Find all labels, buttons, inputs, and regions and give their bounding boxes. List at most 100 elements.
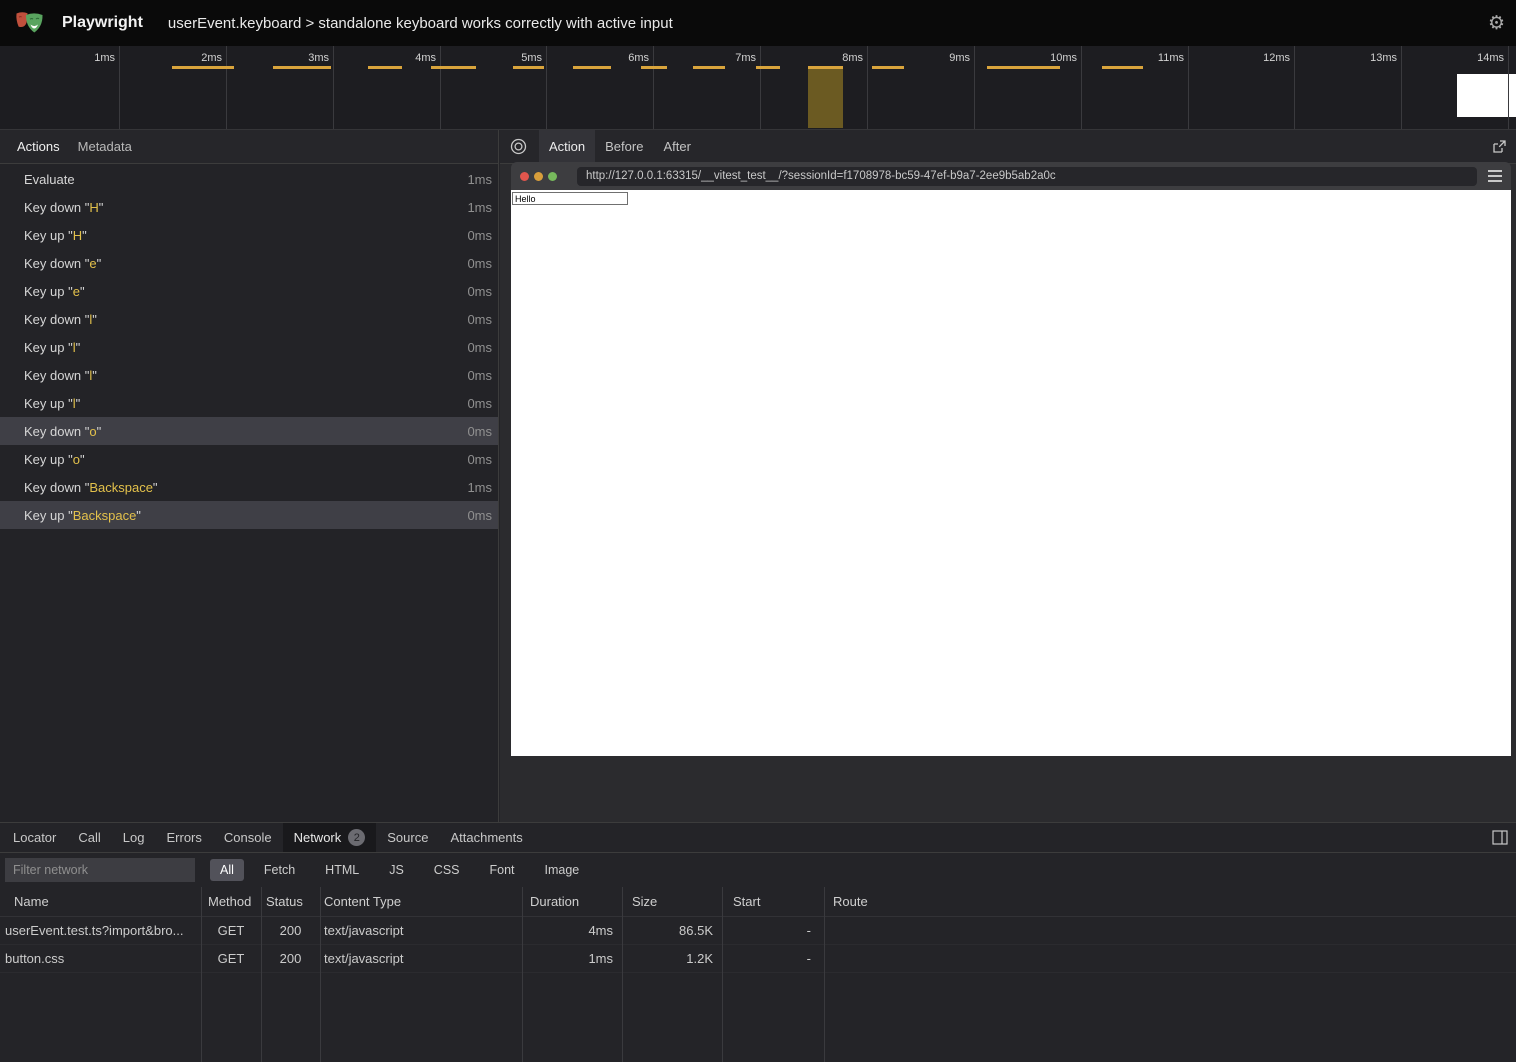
timeline-gridline (333, 46, 334, 129)
table-cell: 200 (261, 917, 320, 944)
table-cell: 1.2K (622, 945, 722, 972)
network-request-row[interactable]: button.cssGET200text/javascript1ms1.2K- (0, 945, 1516, 973)
action-row[interactable]: Key down "H"1ms (0, 193, 498, 221)
filter-chip-font[interactable]: Font (480, 859, 525, 881)
browser-chrome-bar: http://127.0.0.1:63315/__vitest_test__/?… (511, 162, 1511, 190)
network-table: NameMethodStatusContent TypeDurationSize… (0, 887, 1516, 1062)
table-cell: 1ms (522, 945, 622, 972)
traffic-light-red-icon (520, 172, 529, 181)
timeline-tick-label: 1ms (94, 52, 119, 64)
column-header: Status (261, 887, 320, 916)
timeline-tick-label: 13ms (1370, 52, 1401, 64)
table-cell: GET (201, 917, 261, 944)
tab-attachments[interactable]: Attachments (439, 823, 533, 852)
tab-after[interactable]: After (653, 130, 700, 163)
action-title: " (97, 424, 102, 439)
snapshot-page (511, 190, 1511, 756)
tab-metadata[interactable]: Metadata (69, 130, 141, 163)
action-row[interactable]: Key up "o"0ms (0, 445, 498, 473)
filter-chip-image[interactable]: Image (535, 859, 590, 881)
column-separator (522, 887, 523, 1062)
timeline-gridline (546, 46, 547, 129)
network-table-header: NameMethodStatusContent TypeDurationSize… (0, 887, 1516, 917)
timeline-tick-label: 14ms (1477, 52, 1508, 64)
timeline-tick-label: 2ms (201, 52, 226, 64)
timeline[interactable]: 1ms2ms3ms4ms5ms6ms7ms8ms9ms10ms11ms12ms1… (0, 46, 1516, 130)
open-snapshot-external-icon[interactable] (1492, 139, 1507, 154)
action-row[interactable]: Evaluate1ms (0, 165, 498, 193)
action-title: " (80, 284, 85, 299)
column-header: Duration (522, 887, 622, 916)
action-title: Key up " (24, 284, 73, 299)
action-title: Key down " (24, 256, 89, 271)
pick-locator-icon[interactable] (510, 138, 527, 155)
action-row[interactable]: Key down "o"0ms (0, 417, 498, 445)
filter-chip-all[interactable]: All (210, 859, 244, 881)
action-row[interactable]: Key up "Backspace"0ms (0, 501, 498, 529)
column-header: Method (201, 887, 261, 916)
timeline-tick-label: 3ms (308, 52, 333, 64)
action-title: Key up " (24, 452, 73, 467)
page-text-input[interactable] (512, 192, 628, 205)
timeline-activity-bar (431, 66, 476, 69)
action-duration: 0ms (467, 508, 492, 523)
tab-network[interactable]: Network2 (283, 823, 377, 852)
split-view-icon[interactable] (1492, 830, 1508, 845)
action-row[interactable]: Key down "e"0ms (0, 249, 498, 277)
browser-menu-icon (1488, 170, 1502, 182)
action-row[interactable]: Key up "H"0ms (0, 221, 498, 249)
tab-label: Attachments (450, 830, 522, 845)
trace-viewer-window: Playwright userEvent.keyboard > standalo… (0, 0, 1516, 1062)
filter-chip-css[interactable]: CSS (424, 859, 470, 881)
timeline-tick-label: 6ms (628, 52, 653, 64)
action-row[interactable]: Key up "l"0ms (0, 333, 498, 361)
action-list: Evaluate1msKey down "H"1msKey up "H"0ms K… (0, 165, 498, 822)
timeline-selected-range[interactable] (808, 66, 843, 128)
tab-label: Source (387, 830, 428, 845)
network-filter-input[interactable] (5, 858, 195, 882)
action-title: Evaluate (24, 172, 75, 187)
tab-log[interactable]: Log (112, 823, 156, 852)
app-name: Playwright (62, 14, 143, 32)
settings-gear-icon[interactable]: ⚙ (1488, 12, 1505, 34)
tab-locator[interactable]: Locator (2, 823, 67, 852)
action-row[interactable]: Key down "Backspace"1ms (0, 473, 498, 501)
action-duration: 0ms (467, 452, 492, 467)
actions-panel: ActionsMetadata Evaluate1msKey down "H"1… (0, 130, 499, 822)
details-panel: LocatorCallLog Errors ConsoleNetwork2 Sourc… (0, 822, 1516, 1062)
table-cell: 200 (261, 945, 320, 972)
tab-label: Errors (166, 830, 201, 845)
action-row[interactable]: Key up "e"0ms (0, 277, 498, 305)
action-duration: 0ms (467, 256, 492, 271)
network-request-row[interactable]: userEvent.test.ts?import&bro...GET200tex… (0, 917, 1516, 945)
tab-console[interactable]: Console (213, 823, 283, 852)
action-duration: 0ms (467, 284, 492, 299)
action-duration: 0ms (467, 424, 492, 439)
action-duration: 0ms (467, 396, 492, 411)
action-row[interactable]: Key down "l"0ms (0, 361, 498, 389)
filter-chip-html[interactable]: HTML (315, 859, 369, 881)
top-bar: Playwright userEvent.keyboard > standalo… (0, 0, 1516, 46)
timeline-tick-label: 7ms (735, 52, 760, 64)
filter-chip-fetch[interactable]: Fetch (254, 859, 305, 881)
action-row[interactable]: Key up "l"0ms (0, 389, 498, 417)
tab-errors[interactable]: Errors (155, 823, 212, 852)
action-key-value: o (73, 452, 80, 467)
timeline-tick-label: 5ms (521, 52, 546, 64)
tab-source[interactable]: Source (376, 823, 439, 852)
tab-label: Network (294, 830, 342, 845)
tab-action[interactable]: Action (539, 130, 595, 163)
tab-before[interactable]: Before (595, 130, 653, 163)
tab-call[interactable]: Call (67, 823, 111, 852)
action-title: " (76, 340, 81, 355)
table-cell (824, 945, 1516, 972)
column-header: Size (622, 887, 722, 916)
timeline-tick-label: 11ms (1158, 52, 1188, 64)
timeline-activity-bar (273, 66, 331, 69)
filter-chip-js[interactable]: JS (379, 859, 414, 881)
snapshot-tab-strip: Action Before After (500, 130, 1516, 164)
action-title: " (97, 256, 102, 271)
tab-actions[interactable]: Actions (8, 130, 69, 163)
action-row[interactable]: Key down "l"0ms (0, 305, 498, 333)
column-separator (824, 887, 825, 1062)
